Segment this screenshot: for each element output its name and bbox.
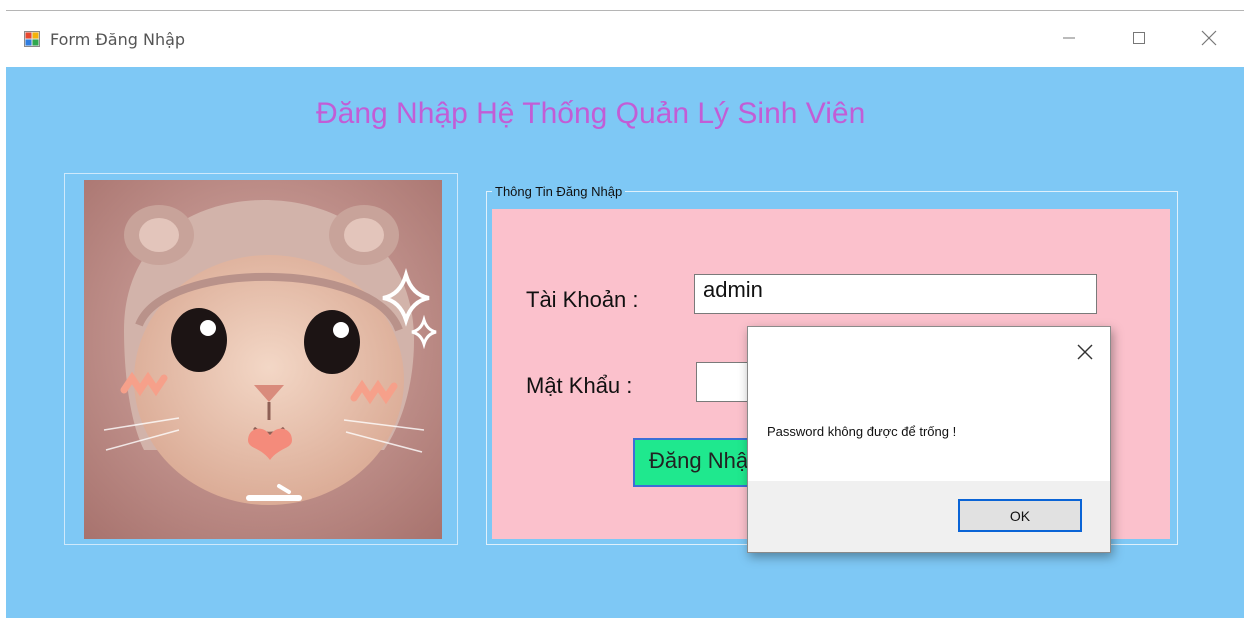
window-title: Form Đăng Nhập [50, 30, 186, 49]
login-window: Form Đăng Nhập Đăng Nhập Hệ Thống Quản L… [0, 0, 1250, 618]
form-heading: Đăng Nhập Hệ Thống Quản Lý Sinh Viên [316, 97, 866, 130]
title-bar[interactable]: Form Đăng Nhập [6, 11, 1244, 67]
maximize-button[interactable] [1116, 17, 1162, 59]
dialog-message: Password không được để trống ! [767, 424, 957, 439]
close-button[interactable] [1186, 17, 1232, 59]
dialog-footer: OK [748, 481, 1110, 552]
minimize-icon [1063, 37, 1075, 39]
minimize-button[interactable] [1046, 17, 1092, 59]
close-icon [1077, 344, 1093, 360]
maximize-icon [1133, 32, 1145, 44]
groupbox-title: Thông Tin Đăng Nhập [492, 184, 626, 199]
message-box-dialog: Password không được để trống ! OK [747, 326, 1111, 553]
password-label: Mật Khẩu : [526, 373, 633, 398]
dialog-close-button[interactable] [1074, 341, 1096, 363]
username-label: Tài Khoản : [526, 287, 639, 312]
login-button[interactable]: Đăng Nhập [633, 438, 757, 487]
close-icon [1201, 30, 1217, 46]
cat-photo [84, 180, 442, 539]
ok-button[interactable]: OK [958, 499, 1082, 532]
form-client-area: Đăng Nhập Hệ Thống Quản Lý Sinh Viên Thô… [6, 67, 1244, 618]
username-input[interactable]: admin [694, 274, 1097, 314]
app-icon [24, 31, 40, 47]
